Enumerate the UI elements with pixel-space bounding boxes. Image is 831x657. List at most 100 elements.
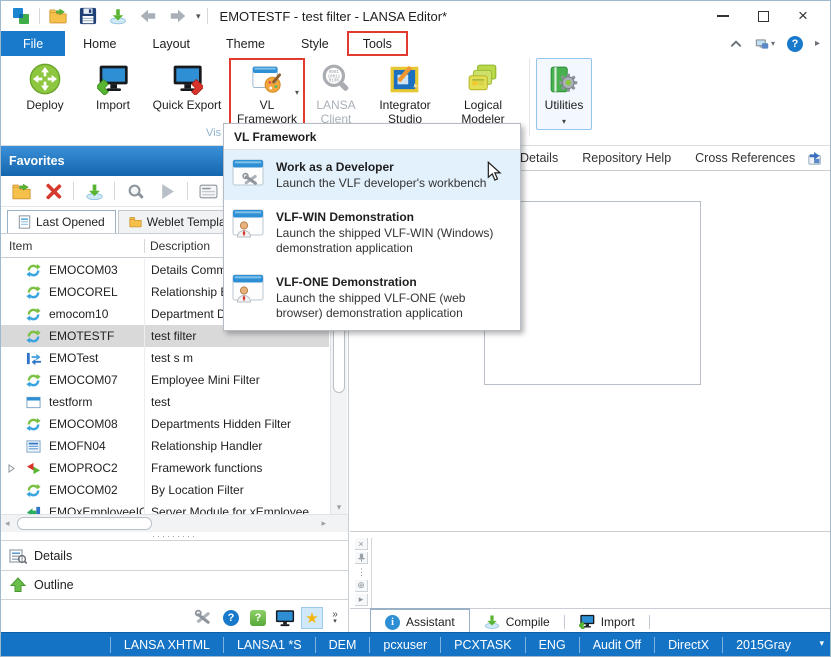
utilities-icon — [547, 63, 581, 96]
quick-export-icon — [170, 62, 204, 96]
tab-home[interactable]: Home — [65, 31, 134, 56]
favorites-open-button[interactable] — [9, 179, 33, 203]
favorites-properties-button[interactable] — [196, 179, 220, 203]
tab-cross-references[interactable]: Cross References — [683, 151, 807, 165]
menu-header: VL Framework — [224, 124, 520, 150]
quick-access-more-button[interactable]: ▾ — [196, 11, 201, 22]
details-panel-header[interactable]: Details — [1, 540, 348, 570]
tab-assistant[interactable]: i Assistant — [370, 608, 470, 634]
table-row[interactable]: EMOxEmployeeIOServer Module for xEmploye… — [1, 501, 329, 514]
context-help-icon[interactable]: ? — [247, 607, 269, 629]
scroll-right-icon[interactable]: ▸ — [321, 518, 326, 529]
undock-icon[interactable] — [807, 151, 823, 165]
screen-settings-icon[interactable]: ▾ — [755, 38, 775, 50]
favorites-checkin-button[interactable] — [82, 179, 106, 203]
tab-style[interactable]: Style — [283, 31, 347, 56]
tab-theme[interactable]: Theme — [208, 31, 283, 56]
more-tools-icon[interactable]: »▾ — [328, 611, 342, 625]
close-mini-icon[interactable]: × — [355, 538, 368, 550]
help-icon[interactable]: ? — [220, 607, 242, 629]
compile-icon — [484, 614, 500, 629]
menu-item-vlf-win-demo[interactable]: VLF-WIN Demonstration Launch the shipped… — [224, 200, 520, 265]
function-icon — [21, 439, 45, 454]
import-button[interactable]: Import — [81, 58, 145, 112]
lansa-editor-window: ▾ EMOTESTF - test filter - LANSA Editor*… — [0, 0, 831, 657]
process-icon — [21, 461, 45, 476]
collapse-ribbon-icon[interactable] — [729, 38, 743, 50]
tab-tools[interactable]: Tools — [347, 31, 408, 56]
utilities-dropdown-icon[interactable]: ▾ — [562, 115, 566, 129]
quick-export-button[interactable]: Quick Export — [145, 58, 229, 112]
lansa-client-button: 0001100110100 LANSA Client — [305, 58, 367, 126]
reusable-part-icon — [21, 307, 45, 322]
dots-icon[interactable]: ⋮ — [355, 566, 368, 578]
left-bottom-toolbar: ? ? ★ »▾ — [1, 601, 348, 634]
maximize-button[interactable] — [756, 9, 770, 23]
tab-file[interactable]: File — [1, 31, 65, 56]
close-button[interactable]: × — [796, 9, 810, 23]
favorites-search-button[interactable] — [123, 179, 147, 203]
status-more-icon[interactable]: ▾ — [819, 638, 824, 649]
logical-modeler-button[interactable]: Logical Modeler — [443, 58, 523, 126]
scroll-left-icon[interactable]: ◂ — [5, 518, 10, 529]
save-button[interactable] — [76, 5, 100, 27]
deploy-button[interactable]: Deploy — [9, 58, 81, 112]
tab-import[interactable]: Import — [565, 609, 649, 634]
mouse-cursor — [487, 161, 502, 182]
object-icon — [21, 351, 45, 366]
separator — [207, 8, 208, 24]
table-row[interactable]: EMOCOM07Employee Mini Filter — [1, 369, 329, 391]
tab-repository-help[interactable]: Repository Help — [570, 151, 683, 165]
open-button[interactable] — [46, 5, 70, 27]
vl-framework-button[interactable]: VL Framework ▾ — [229, 58, 305, 128]
back-button[interactable] — [136, 5, 160, 27]
scrollbar-thumb[interactable] — [17, 517, 152, 530]
checkin-button[interactable] — [106, 5, 130, 27]
tab-last-opened[interactable]: Last Opened — [7, 210, 116, 233]
vl-framework-dropdown-icon[interactable]: ▾ — [295, 86, 299, 100]
table-row[interactable]: EMOTesttest s m — [1, 347, 329, 369]
tab-layout[interactable]: Layout — [135, 31, 209, 56]
help-icon[interactable]: ? — [787, 36, 803, 52]
table-row[interactable]: EMOFN04Relationship Handler — [1, 435, 329, 457]
server-module-icon — [21, 505, 45, 515]
forward-button[interactable] — [166, 5, 190, 27]
integrator-studio-button[interactable]: Integrator Studio — [367, 58, 443, 126]
status-renderer: DirectX — [654, 637, 722, 653]
pin-icon[interactable] — [355, 552, 368, 564]
table-row[interactable]: testformtest — [1, 391, 329, 413]
expand-mini-icon[interactable]: ▸ — [355, 594, 368, 606]
options-icon[interactable]: ⊕ — [355, 580, 368, 592]
monitor-icon[interactable] — [274, 607, 296, 629]
tools-icon[interactable] — [193, 607, 215, 629]
lansa-logo-icon — [9, 5, 33, 27]
scrollbar-thumb[interactable] — [333, 321, 345, 393]
favorites-delete-button[interactable] — [41, 179, 65, 203]
table-row[interactable]: EMOPROC2Framework functions — [1, 457, 329, 479]
tab-compile[interactable]: Compile — [470, 609, 564, 634]
table-row[interactable]: EMOCOM02By Location Filter — [1, 479, 329, 501]
window-controls: × — [716, 9, 822, 23]
logical-modeler-icon — [466, 62, 500, 96]
document-icon — [18, 215, 31, 229]
svg-text:0100: 0100 — [329, 79, 340, 84]
favorites-star-icon[interactable]: ★ — [301, 607, 323, 629]
scroll-down-icon[interactable]: ▾ — [331, 502, 347, 513]
expand-icon[interactable]: ▸ — [815, 38, 820, 49]
utilities-button[interactable]: Utilities ▾ — [536, 58, 592, 130]
favorites-run-button[interactable] — [155, 179, 179, 203]
panel-splitter[interactable]: ········· — [1, 532, 348, 540]
ribbon-tab-bar: File Home Layout Theme Style Tools ▾ ? ▸ — [1, 31, 830, 56]
collapsed-toolbar: × ⋮ ⊕ ▸ — [352, 538, 372, 608]
separator — [39, 8, 40, 24]
horizontal-scrollbar[interactable]: ◂ ▸ — [1, 514, 348, 532]
column-item[interactable]: Item — [1, 239, 144, 253]
menu-item-vlf-one-demo[interactable]: VLF-ONE Demonstration Launch the shipped… — [224, 265, 520, 330]
menu-item-work-as-developer[interactable]: Work as a Developer Launch the VLF devel… — [224, 150, 520, 200]
table-row[interactable]: EMOCOM08Departments Hidden Filter — [1, 413, 329, 435]
outline-panel-header[interactable]: Outline — [1, 570, 348, 600]
reusable-part-icon — [21, 417, 45, 432]
expander-icon[interactable] — [1, 464, 21, 473]
minimize-button[interactable] — [716, 9, 730, 23]
status-system: LANSA1 *S — [223, 637, 315, 653]
